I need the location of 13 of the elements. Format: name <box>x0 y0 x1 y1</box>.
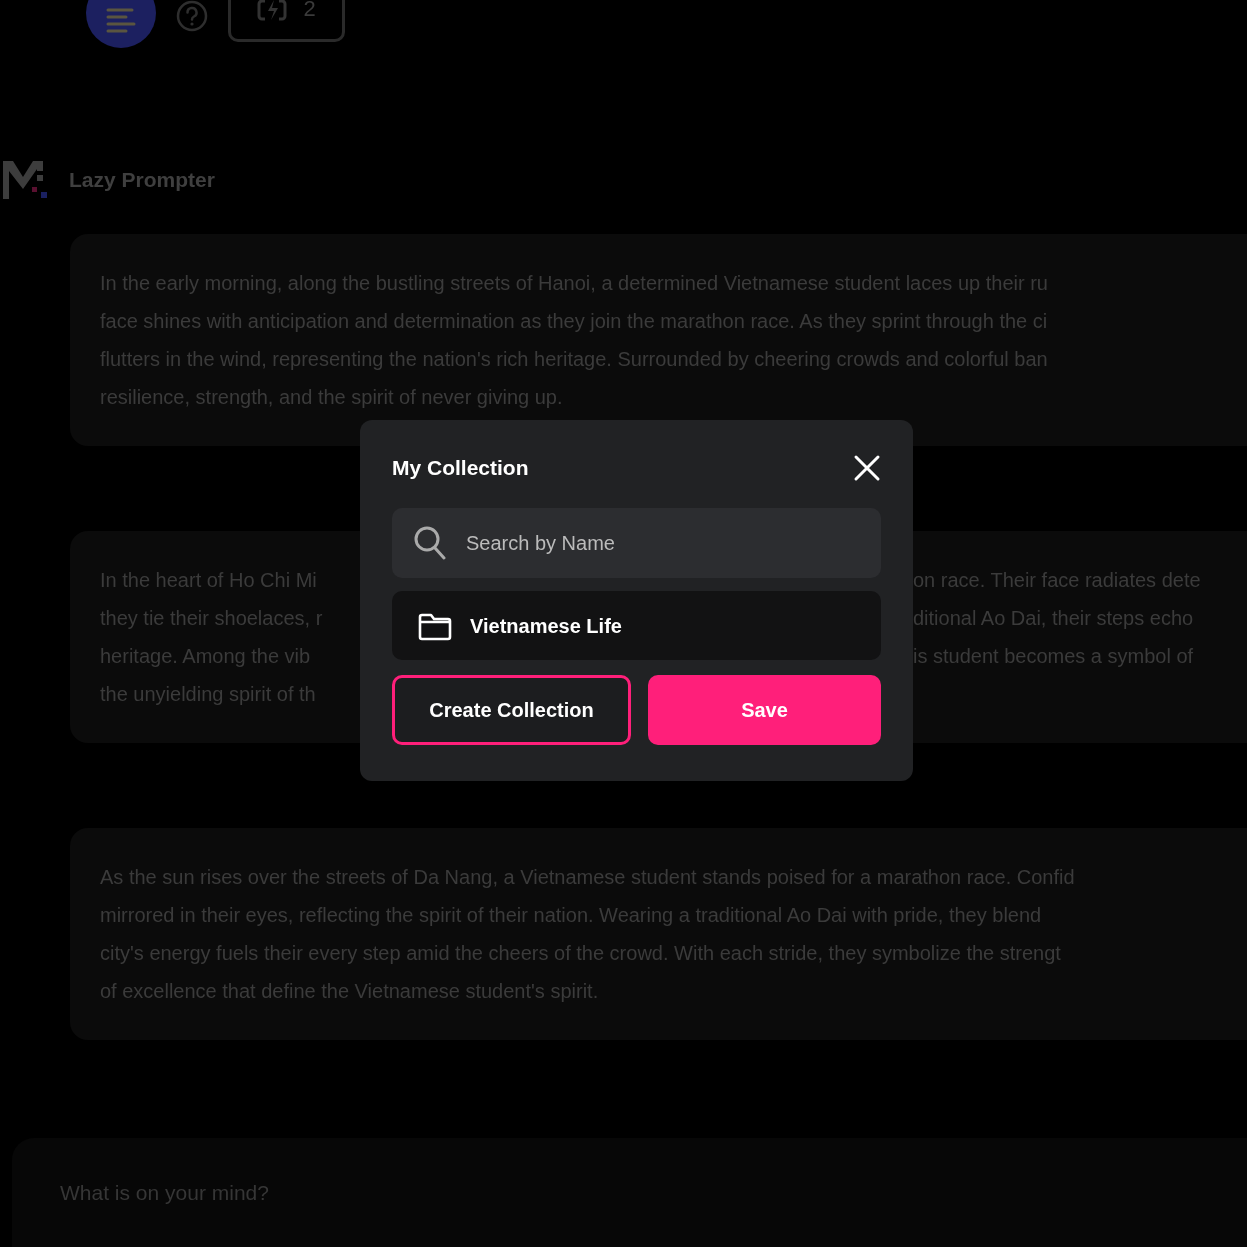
search-field[interactable]: Search by Name <box>392 508 881 578</box>
close-button[interactable] <box>853 454 881 482</box>
help-icon[interactable] <box>176 0 208 32</box>
menu-icon <box>106 6 136 33</box>
lightning-icon <box>257 0 288 23</box>
search-icon <box>414 526 446 560</box>
create-collection-button[interactable]: Create Collection <box>392 675 631 745</box>
save-button[interactable]: Save <box>648 675 881 745</box>
folder-icon <box>418 612 452 641</box>
brand-name: Lazy Prompter <box>69 167 215 194</box>
dialog-title: My Collection <box>392 455 529 482</box>
logo-icon <box>3 161 47 199</box>
collection-item[interactable]: Vietnamese Life <box>392 591 881 660</box>
